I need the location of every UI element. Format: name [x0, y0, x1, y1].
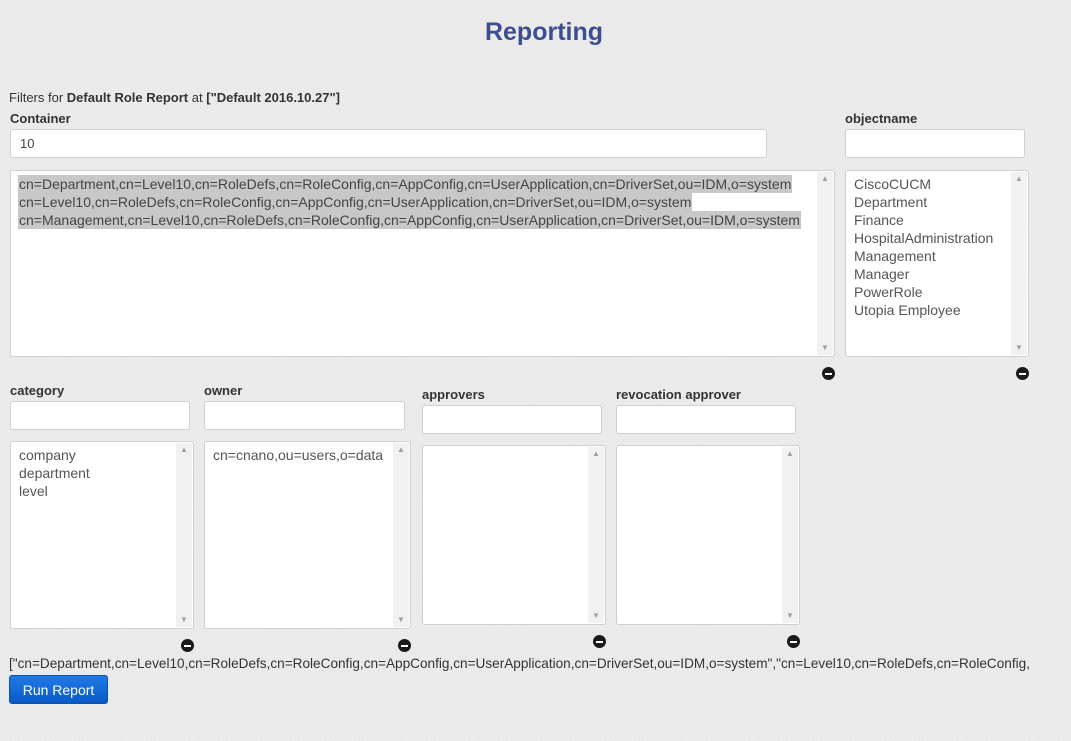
container-scrollbar[interactable]: ▲ ▼ — [817, 172, 833, 355]
scroll-up-icon[interactable]: ▲ — [782, 447, 798, 461]
scroll-down-icon[interactable]: ▼ — [782, 609, 798, 623]
owner-listbox[interactable]: cn=cnano,ou=users,o=data ▲ ▼ — [204, 441, 411, 629]
container-options: cn=Department,cn=Level10,cn=RoleDefs,cn=… — [18, 175, 814, 229]
list-option[interactable]: Manager — [853, 266, 910, 282]
container-listbox[interactable]: cn=Department,cn=Level10,cn=RoleDefs,cn=… — [10, 170, 835, 357]
list-option[interactable]: Utopia Employee — [853, 302, 962, 318]
report-instance: ["Default 2016.10.27"] — [206, 90, 340, 105]
objectname-remove-icon[interactable] — [1016, 367, 1029, 380]
scroll-down-icon[interactable]: ▼ — [817, 341, 833, 355]
objectname-listbox[interactable]: CiscoCUCM Department Finance HospitalAdmini… — [845, 170, 1029, 357]
approvers-filter-input[interactable] — [422, 405, 602, 434]
category-listbox[interactable]: company department level ▲ ▼ — [10, 441, 194, 629]
scroll-up-icon[interactable]: ▲ — [817, 172, 833, 186]
filters-prefix: Filters for — [9, 90, 64, 105]
scroll-up-icon[interactable]: ▲ — [588, 447, 604, 461]
owner-scrollbar[interactable]: ▲ ▼ — [393, 443, 409, 627]
container-label: Container — [10, 111, 71, 126]
objectname-scrollbar[interactable]: ▲ ▼ — [1011, 172, 1027, 355]
revocation-approver-scrollbar[interactable]: ▲ ▼ — [782, 447, 798, 623]
category-label: category — [10, 383, 65, 398]
run-report-button[interactable]: Run Report — [9, 675, 108, 704]
list-option[interactable]: cn=Level10,cn=RoleDefs,cn=RoleConfig,cn=… — [18, 193, 693, 211]
revocation-approver-listbox[interactable]: ▲ ▼ — [616, 445, 800, 625]
owner-label: owner — [204, 383, 243, 398]
scroll-down-icon[interactable]: ▼ — [176, 613, 192, 627]
list-option[interactable]: Finance — [853, 212, 905, 228]
category-options: company department level — [18, 446, 173, 500]
list-option[interactable]: HospitalAdministration — [853, 230, 994, 246]
list-option[interactable]: department — [18, 465, 91, 481]
report-name: Default Role Report — [66, 90, 189, 105]
revocation-approver-remove-icon[interactable] — [787, 635, 800, 648]
approvers-remove-icon[interactable] — [593, 635, 606, 648]
scroll-down-icon[interactable]: ▼ — [393, 613, 409, 627]
approvers-scrollbar[interactable]: ▲ ▼ — [588, 447, 604, 623]
page-title: Reporting — [484, 18, 604, 46]
owner-options: cn=cnano,ou=users,o=data — [212, 446, 390, 464]
scroll-up-icon[interactable]: ▲ — [1011, 172, 1027, 186]
approvers-label: approvers — [422, 387, 485, 402]
scroll-down-icon[interactable]: ▼ — [588, 609, 604, 623]
list-option[interactable]: CiscoCUCM — [853, 176, 932, 192]
at-text: at — [191, 90, 203, 105]
owner-remove-icon[interactable] — [398, 639, 411, 652]
revocation-approver-filter-input[interactable] — [616, 405, 796, 434]
scroll-up-icon[interactable]: ▲ — [176, 443, 192, 457]
list-option[interactable]: PowerRole — [853, 284, 923, 300]
objectname-label: objectname — [845, 111, 918, 126]
scroll-down-icon[interactable]: ▼ — [1011, 341, 1027, 355]
filters-header: Filters for Default Role Report at ["Def… — [9, 90, 340, 105]
list-option[interactable]: company — [18, 447, 77, 463]
container-filter-input[interactable]: 10 — [10, 129, 767, 158]
list-option[interactable]: level — [18, 483, 49, 499]
category-scrollbar[interactable]: ▲ ▼ — [176, 443, 192, 627]
scroll-up-icon[interactable]: ▲ — [393, 443, 409, 457]
list-option[interactable]: cn=Department,cn=Level10,cn=RoleDefs,cn=… — [18, 175, 793, 193]
owner-filter-input[interactable] — [204, 401, 405, 430]
selection-summary: ["cn=Department,cn=Level10,cn=RoleDefs,c… — [9, 656, 1030, 671]
list-option[interactable]: cn=cnano,ou=users,o=data — [212, 447, 384, 463]
container-remove-icon[interactable] — [822, 367, 835, 380]
category-filter-input[interactable] — [10, 401, 190, 430]
approvers-listbox[interactable]: ▲ ▼ — [422, 445, 606, 625]
category-remove-icon[interactable] — [181, 639, 194, 652]
list-option[interactable]: Department — [853, 194, 928, 210]
list-option[interactable]: cn=Management,cn=Level10,cn=RoleDefs,cn=… — [18, 211, 801, 229]
revocation-approver-label: revocation approver — [616, 387, 741, 402]
list-option[interactable]: Management — [853, 248, 937, 264]
objectname-options: CiscoCUCM Department Finance HospitalAdmini… — [853, 175, 1008, 319]
objectname-filter-input[interactable] — [845, 129, 1025, 158]
